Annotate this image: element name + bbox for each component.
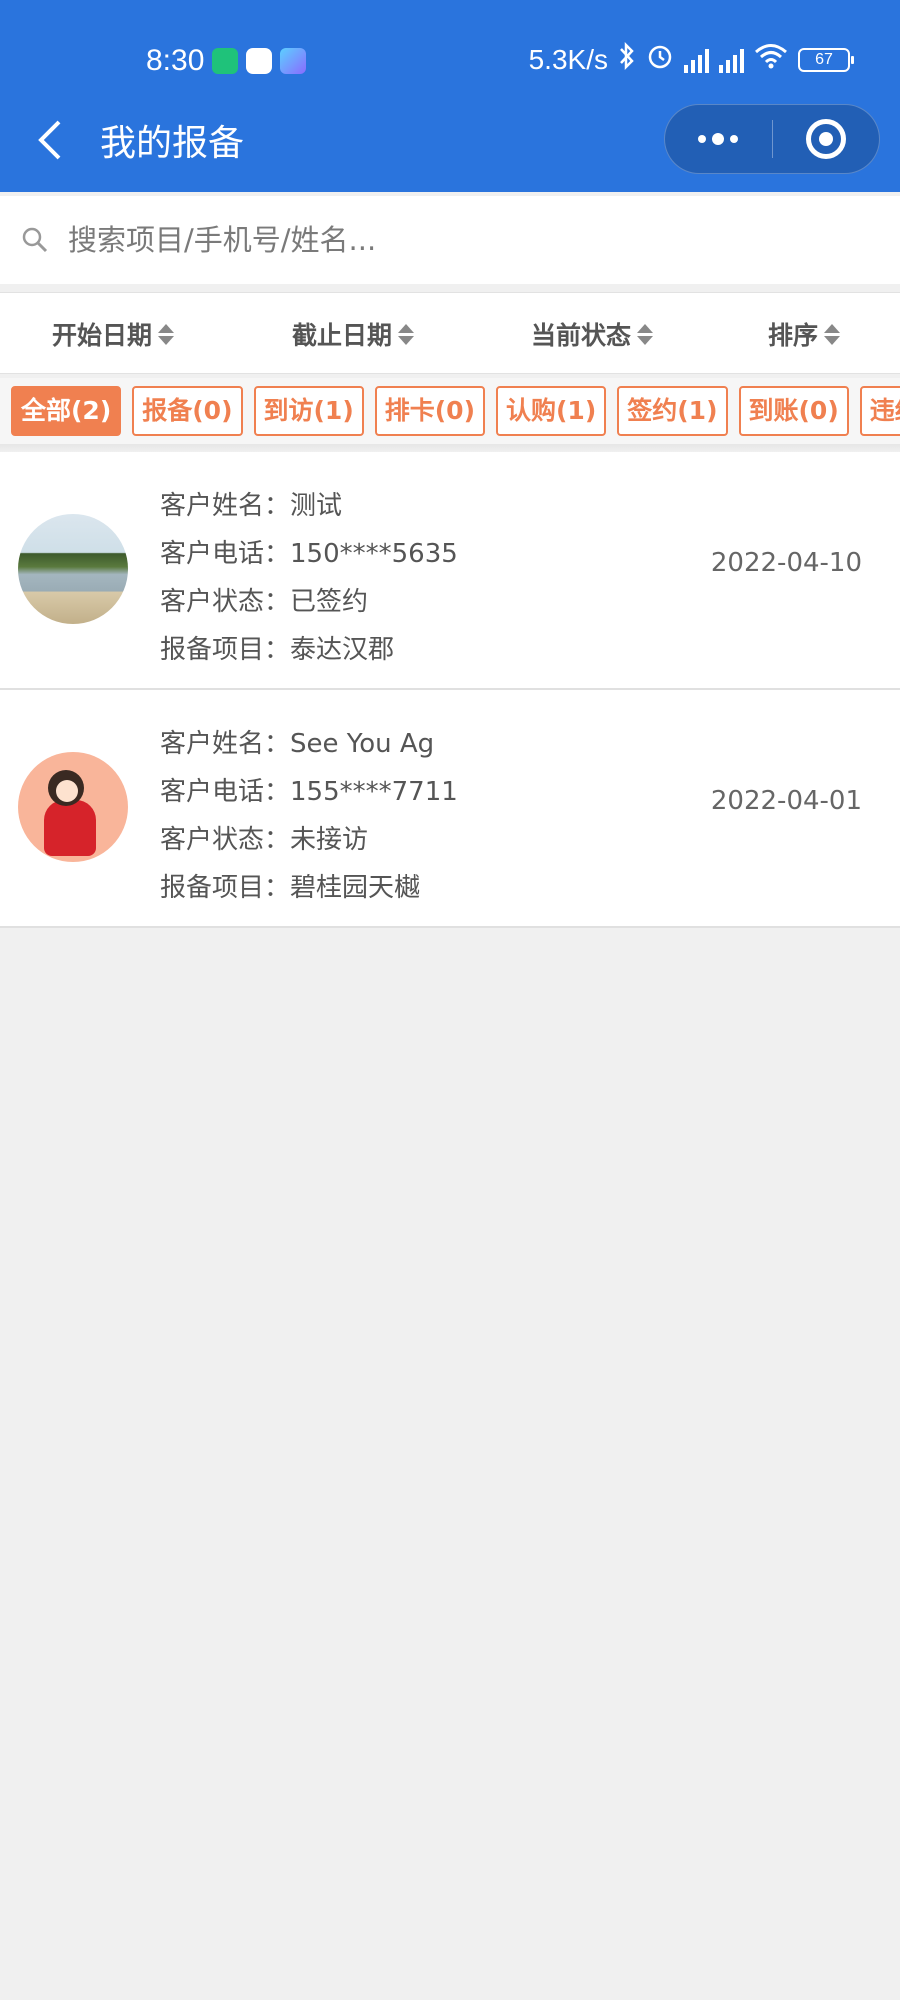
filter-label: 排序 — [768, 321, 819, 350]
record-date: 2022-04-10 — [710, 548, 862, 578]
status-label: 客户状态： — [160, 825, 291, 855]
chevron-left-icon — [38, 120, 61, 160]
filter-start-date[interactable]: 开始日期 — [52, 293, 175, 375]
filter-bar: 开始日期 截止日期 当前状态 排序 — [0, 292, 900, 374]
search-bar — [0, 196, 900, 284]
status-bar-right: 5.3K/s 67 — [528, 41, 854, 77]
customer-phone: 150****5635 — [290, 539, 458, 569]
filter-label: 开始日期 — [52, 321, 153, 350]
phone-label: 客户电话： — [160, 539, 291, 569]
tab-all[interactable]: 全部(2) — [11, 386, 122, 436]
record-info: 客户姓名：测试 客户电话：150****5635 客户状态：已签约 报备项目：泰… — [160, 482, 458, 674]
network-speed: 5.3K/s — [528, 43, 608, 75]
filter-label: 截止日期 — [292, 321, 393, 350]
customer-name: See You Ag — [290, 729, 435, 759]
page-title: 我的报备 — [100, 123, 245, 164]
record-list: 客户姓名：测试 客户电话：150****5635 客户状态：已签约 报备项目：泰… — [0, 452, 900, 928]
phone-row: 客户电话：155****7711 — [160, 768, 458, 816]
tab-subscribed[interactable]: 认购(1) — [496, 386, 607, 436]
more-dot-icon — [712, 133, 725, 145]
avatar — [18, 752, 128, 862]
tabs-shadow — [0, 444, 900, 452]
battery-icon: 67 — [798, 47, 854, 72]
close-mini-program-button[interactable] — [772, 104, 879, 174]
wifi-icon — [754, 43, 788, 76]
customer-status: 未接访 — [290, 825, 369, 855]
filter-sort[interactable]: 排序 — [768, 293, 841, 375]
name-label: 客户姓名： — [160, 729, 291, 759]
sort-icon — [158, 323, 175, 345]
status-row: 客户状态：未接访 — [160, 816, 458, 864]
more-button[interactable] — [665, 104, 772, 174]
phone-label: 客户电话： — [160, 777, 291, 807]
shield-app-icon — [212, 48, 239, 74]
record-date: 2022-04-01 — [710, 786, 862, 816]
filter-end-date[interactable]: 截止日期 — [292, 293, 415, 375]
status-time: 8:30 — [146, 44, 205, 77]
tab-signed[interactable]: 签约(1) — [617, 386, 728, 436]
signal-icon — [684, 47, 709, 73]
search-input[interactable] — [68, 223, 848, 257]
customer-status: 已签约 — [290, 587, 369, 617]
status-row: 客户状态：已签约 — [160, 578, 458, 626]
sort-icon — [824, 323, 841, 345]
status-tabs: 全部(2) 报备(0) 到访(1) 排卡(0) 认购(1) 签约(1) 到账(0… — [0, 378, 900, 444]
alarm-icon — [646, 42, 674, 77]
sort-icon — [398, 323, 415, 345]
header: 8:30 5.3K/s 67 我的报备 — [0, 0, 900, 192]
name-label: 客户姓名： — [160, 491, 291, 521]
tab-paid[interactable]: 到账(0) — [738, 386, 849, 436]
filter-label: 当前状态 — [531, 321, 632, 350]
project-label: 报备项目： — [160, 635, 291, 665]
record-info: 客户姓名：See You Ag 客户电话：155****7711 客户状态：未接… — [160, 720, 458, 912]
baidu-icon — [246, 48, 273, 74]
avatar — [18, 514, 128, 624]
target-circle-icon — [805, 119, 846, 159]
project-name: 泰达汉郡 — [290, 635, 395, 665]
search-icon — [22, 227, 48, 253]
status-label: 客户状态： — [160, 587, 291, 617]
project-label: 报备项目： — [160, 873, 291, 903]
phone-row: 客户电话：150****5635 — [160, 530, 458, 578]
tab-visited[interactable]: 到访(1) — [253, 386, 364, 436]
tab-breach[interactable]: 违约 — [859, 386, 900, 436]
tab-reported[interactable]: 报备(0) — [132, 386, 243, 436]
filter-current-status[interactable]: 当前状态 — [531, 293, 654, 375]
project-row: 报备项目：泰达汉郡 — [160, 626, 458, 674]
back-button[interactable] — [30, 112, 70, 168]
customer-name: 测试 — [290, 491, 343, 521]
tab-queue-card[interactable]: 排卡(0) — [374, 386, 485, 436]
project-name: 碧桂园天樾 — [290, 873, 421, 903]
signal-icon — [719, 47, 744, 73]
mini-program-capsule — [664, 104, 880, 174]
project-row: 报备项目：碧桂园天樾 — [160, 864, 458, 912]
more-dot-icon — [698, 135, 707, 143]
sort-icon — [637, 323, 654, 345]
status-bar-left: 8:30 — [146, 44, 307, 78]
more-dot-icon — [730, 135, 739, 143]
app-icon — [280, 48, 307, 74]
name-row: 客户姓名：See You Ag — [160, 720, 458, 768]
bluetooth-icon — [618, 41, 636, 77]
list-item[interactable]: 客户姓名：测试 客户电话：150****5635 客户状态：已签约 报备项目：泰… — [0, 452, 900, 690]
customer-phone: 155****7711 — [290, 777, 458, 807]
list-item[interactable]: 客户姓名：See You Ag 客户电话：155****7711 客户状态：未接… — [0, 690, 900, 928]
name-row: 客户姓名：测试 — [160, 482, 458, 530]
